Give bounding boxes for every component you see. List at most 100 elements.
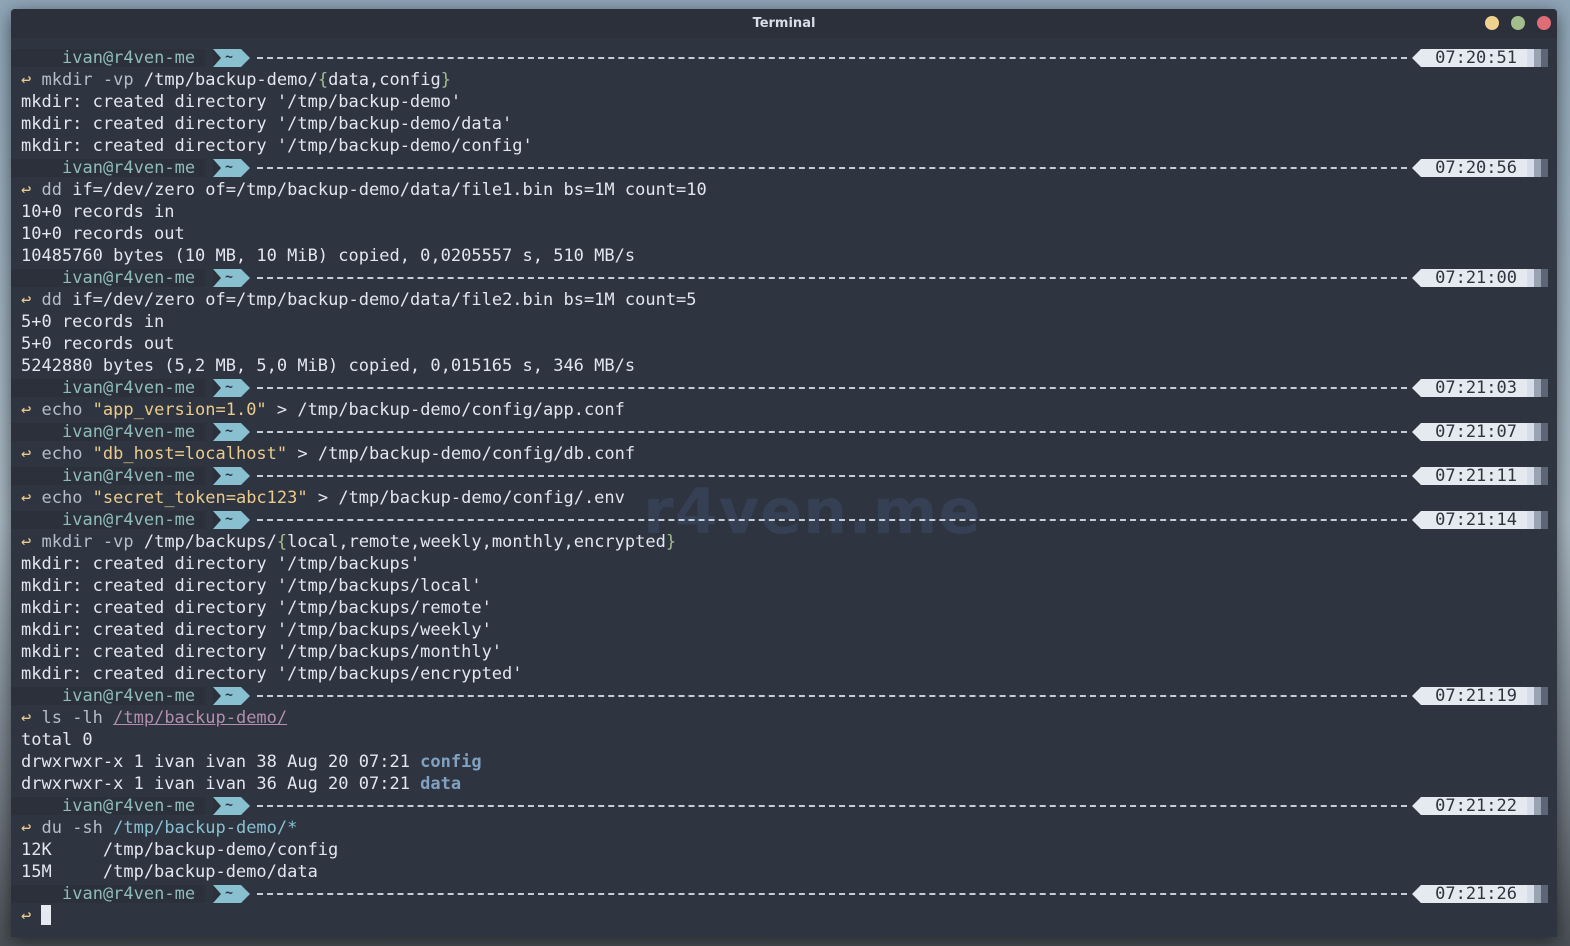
- command-text: "secret_token=abc123": [92, 488, 308, 508]
- output-line: mkdir: created directory '/tmp/backups/m…: [21, 642, 503, 662]
- minimize-button[interactable]: [1485, 16, 1499, 30]
- prompt-segment-left: ivan@r4ven-me ~: [11, 467, 250, 485]
- prompt-separator: [257, 695, 1407, 697]
- output-text: drwxrwxr-x 1 ivan ivan 36 Aug 20 07:21: [21, 774, 421, 794]
- prompt-separator: [257, 475, 1407, 477]
- output-line: 5+0 records out: [21, 334, 175, 354]
- output-line: drwxrwxr-x 1 ivan ivan 36 Aug 20 07:21 d…: [11, 773, 1557, 795]
- output-line: 10+0 records in: [21, 202, 175, 222]
- prompt-end-block: [1534, 687, 1541, 705]
- prompt-end-block: [1541, 159, 1548, 177]
- prompt-end-block: [1527, 797, 1534, 815]
- prompt-separator: [257, 167, 1407, 169]
- output-line: 5242880 bytes (5,2 MB, 5,0 MiB) copied, …: [21, 356, 636, 376]
- terminal-area[interactable]: r4ven.me ivan@r4ven-me ~07:20:51 ↩︎ mkdir …: [11, 38, 1557, 937]
- title-bar[interactable]: Terminal: [11, 9, 1557, 38]
- output-line: mkdir: created directory '/tmp/backup-de…: [21, 114, 513, 134]
- terminal-window: Terminal r4ven.me ivan@r4ven-me ~07:20:51…: [11, 9, 1557, 937]
- prompt-end-block: [1527, 885, 1534, 903]
- prompt-user-host: ivan@r4ven-me: [11, 49, 206, 67]
- prompt-arrow-icon: ↩︎: [21, 180, 42, 200]
- prompt-separator: [257, 57, 1407, 59]
- prompt-line: ivan@r4ven-me ~ 07:21:22: [11, 795, 1557, 817]
- prompt-segment-left: ivan@r4ven-me ~: [11, 49, 250, 67]
- prompt-separator: [257, 431, 1407, 433]
- prompt-directory: ~: [213, 885, 250, 903]
- prompt-end-block: [1527, 467, 1534, 485]
- prompt-timestamp: 07:20:51: [1412, 49, 1527, 67]
- command-text: > /tmp/backup-demo/config/db.conf: [287, 444, 636, 464]
- command-line: ↩︎ mkdir -vp /tmp/backups/{local,remote,…: [11, 531, 1557, 553]
- prompt-user-host: ivan@r4ven-me: [11, 885, 206, 903]
- output-line: 5+0 records in: [21, 312, 165, 332]
- prompt-line: ivan@r4ven-me ~ 07:21:14: [11, 509, 1557, 531]
- prompt-timestamp: 07:21:03: [1412, 379, 1527, 397]
- command-text: if=/dev/zero of=/tmp/backup-demo/data/fi…: [72, 180, 707, 200]
- prompt-timestamp: 07:21:14: [1412, 511, 1527, 529]
- prompt-directory: ~: [213, 269, 250, 287]
- prompt-line: ivan@r4ven-me ~ 07:21:11: [11, 465, 1557, 487]
- command-input-line[interactable]: ↩︎: [11, 905, 1557, 927]
- prompt-end-block: [1534, 423, 1541, 441]
- output-line: mkdir: created directory '/tmp/backups/e…: [21, 664, 523, 684]
- prompt-end-block: [1534, 159, 1541, 177]
- prompt-timestamp: 07:21:07: [1412, 423, 1527, 441]
- prompt-directory: ~: [213, 797, 250, 815]
- prompt-timestamp: 07:21:26: [1412, 885, 1527, 903]
- prompt-arrow-icon: ↩︎: [21, 708, 42, 728]
- prompt-timestamp: 07:21:19: [1412, 687, 1527, 705]
- output-line: mkdir: created directory '/tmp/backups': [21, 554, 421, 574]
- prompt-directory: ~: [213, 379, 250, 397]
- output-line: total 0: [21, 730, 93, 750]
- prompt-segment-left: ivan@r4ven-me ~: [11, 423, 250, 441]
- command-text: /tmp/backups/: [143, 532, 277, 552]
- prompt-directory: ~: [213, 159, 250, 177]
- prompt-arrow-icon: ↩︎: [21, 532, 42, 552]
- prompt-end-block: [1527, 511, 1534, 529]
- command-text: > /tmp/backup-demo/config/.env: [307, 488, 625, 508]
- output-line: 10485760 bytes (10 MB, 10 MiB) copied, 0…: [21, 246, 636, 266]
- command-line: ↩︎ dd if=/dev/zero of=/tmp/backup-demo/d…: [11, 289, 1557, 311]
- text-cursor[interactable]: [41, 905, 52, 925]
- prompt-end-block: [1534, 797, 1541, 815]
- command-text: mkdir -vp: [41, 532, 144, 552]
- command-text: "db_host=localhost": [92, 444, 288, 464]
- close-button[interactable]: [1537, 16, 1551, 30]
- command-line: ↩︎ mkdir -vp /tmp/backup-demo/{data,conf…: [11, 69, 1557, 91]
- command-text: if=/dev/zero of=/tmp/backup-demo/data/fi…: [72, 290, 697, 310]
- prompt-segment-left: ivan@r4ven-me ~: [11, 797, 250, 815]
- command-text: /tmp/backup-demo/: [113, 708, 288, 728]
- command-line: ↩︎ du -sh /tmp/backup-demo/*: [11, 817, 1557, 839]
- prompt-end-block: [1534, 269, 1541, 287]
- prompt-separator: [257, 805, 1407, 807]
- prompt-segment-right: 07:21:14: [1412, 511, 1548, 529]
- prompt-segment-right: 07:21:11: [1412, 467, 1548, 485]
- command-text: local,remote,weekly,monthly,encrypted: [287, 532, 666, 552]
- prompt-end-block: [1527, 379, 1534, 397]
- prompt-end-block: [1534, 885, 1541, 903]
- prompt-user-host: ivan@r4ven-me: [11, 423, 206, 441]
- prompt-segment-left: ivan@r4ven-me ~: [11, 687, 250, 705]
- output-line: drwxrwxr-x 1 ivan ivan 38 Aug 20 07:21 c…: [11, 751, 1557, 773]
- prompt-segment-left: ivan@r4ven-me ~: [11, 511, 250, 529]
- command-text: du -sh: [41, 818, 114, 838]
- prompt-arrow-icon: ↩︎: [21, 818, 42, 838]
- prompt-end-block: [1541, 49, 1548, 67]
- prompt-directory: ~: [213, 49, 250, 67]
- prompt-end-block: [1541, 511, 1548, 529]
- prompt-end-block: [1541, 269, 1548, 287]
- prompt-arrow-icon: ↩︎: [21, 906, 42, 926]
- prompt-segment-left: ivan@r4ven-me ~: [11, 159, 250, 177]
- window-controls: [1485, 16, 1551, 30]
- command-line: ↩︎ echo "app_version=1.0" > /tmp/backup-…: [11, 399, 1557, 421]
- prompt-end-block: [1527, 49, 1534, 67]
- prompt-line: ivan@r4ven-me ~07:20:51: [11, 47, 1557, 69]
- prompt-end-block: [1527, 687, 1534, 705]
- prompt-user-host: ivan@r4ven-me: [11, 269, 206, 287]
- prompt-segment-right: 07:21:22: [1412, 797, 1548, 815]
- prompt-arrow-icon: ↩︎: [21, 400, 42, 420]
- prompt-directory: ~: [213, 423, 250, 441]
- command-text: mkdir -vp: [41, 70, 144, 90]
- command-text: echo: [41, 444, 93, 464]
- maximize-button[interactable]: [1511, 16, 1525, 30]
